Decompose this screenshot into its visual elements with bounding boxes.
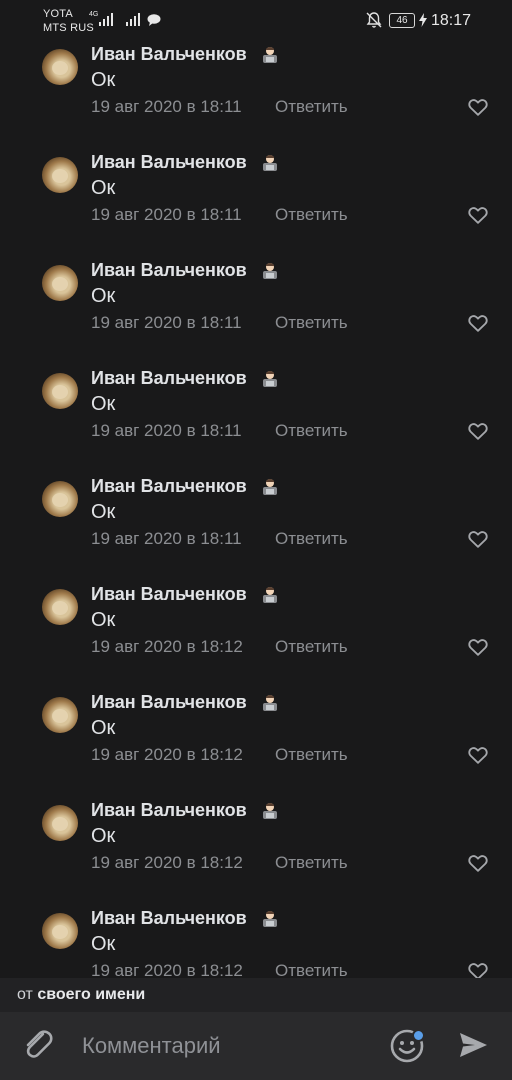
comment-text: Ок [91,609,116,631]
comment-date: 19 авг 2020 в 18:12 [91,961,243,978]
comment-composer [0,1012,512,1080]
reply-button[interactable]: Ответить [275,637,348,657]
comment-text: Ок [91,933,116,955]
comment-date: 19 авг 2020 в 18:11 [91,313,242,332]
reply-button[interactable]: Ответить [275,961,348,978]
avatar[interactable] [42,805,78,841]
carrier-bottom: MTS RUS [43,22,94,34]
comment-date: 19 авг 2020 в 18:12 [91,853,243,872]
comment-item: Иван Вальченков Ок 19 авг 2020 в 18:12 О… [0,582,512,690]
avatar[interactable] [42,49,78,85]
comment-text: Ок [91,501,116,523]
carrier-names: YOTA MTS RUS [43,7,94,35]
comment-item: Иван Вальченков Ок 19 авг 2020 в 18:12 О… [0,906,512,978]
reply-button[interactable]: Ответить [275,529,348,549]
comment-text: Ок [91,825,116,847]
comment-text: Ок [91,393,116,415]
comment-date: 19 авг 2020 в 18:12 [91,637,243,656]
avatar[interactable] [42,589,78,625]
heart-outline-icon[interactable] [467,204,489,226]
heart-outline-icon[interactable] [467,960,489,978]
comment-text: Ок [91,177,116,199]
carrier-top: YOTA [43,8,73,20]
comment-item: Иван Вальченков Ок 19 авг 2020 в 18:11 О… [0,42,512,150]
comment-input[interactable] [80,1028,374,1064]
reply-button[interactable]: Ответить [275,313,348,333]
reply-button[interactable]: Ответить [275,421,348,441]
battery-indicator: 46 [389,13,415,28]
signal-icon [99,13,113,26]
post-as-prefix: от [17,986,33,1003]
comment-date: 19 авг 2020 в 18:11 [91,205,242,224]
technologist-emoji-icon [263,371,277,387]
comment-item: Иван Вальченков Ок 19 авг 2020 в 18:11 О… [0,474,512,582]
comment-author[interactable]: Иван Вальченков [91,800,247,821]
reply-button[interactable]: Ответить [275,205,348,225]
comment-author[interactable]: Иван Вальченков [91,260,247,281]
comment-item: Иван Вальченков Ок 19 авг 2020 в 18:11 О… [0,258,512,366]
charging-icon [419,13,427,27]
technologist-emoji-icon [263,47,277,63]
message-icon [147,14,161,26]
send-arrow-icon[interactable] [457,1029,489,1061]
technologist-emoji-icon [263,155,277,171]
post-as-selector[interactable]: от своего имени [0,978,512,1012]
technologist-emoji-icon [263,911,277,927]
avatar[interactable] [42,913,78,949]
paperclip-icon[interactable] [22,1027,58,1063]
comment-text: Ок [91,717,116,739]
heart-outline-icon[interactable] [467,420,489,442]
comment-text: Ок [91,285,116,307]
comment-item: Иван Вальченков Ок 19 авг 2020 в 18:12 О… [0,690,512,798]
network-type: 4G [89,11,99,18]
comment-author[interactable]: Иван Вальченков [91,476,247,497]
technologist-emoji-icon [263,263,277,279]
comment-item: Иван Вальченков Ок 19 авг 2020 в 18:11 О… [0,366,512,474]
signal-icon-2 [126,13,140,26]
comment-date: 19 авг 2020 в 18:11 [91,421,242,440]
heart-outline-icon[interactable] [467,636,489,658]
status-bar: YOTA MTS RUS 4G 46 18:17 [0,0,512,40]
comment-author[interactable]: Иван Вальченков [91,908,247,929]
clock: 18:17 [431,12,472,29]
technologist-emoji-icon [263,695,277,711]
comment-author[interactable]: Иван Вальченков [91,152,247,173]
comment-date: 19 авг 2020 в 18:12 [91,745,243,764]
heart-outline-icon[interactable] [467,312,489,334]
comment-item: Иван Вальченков Ок 19 авг 2020 в 18:11 О… [0,150,512,258]
comment-author[interactable]: Иван Вальченков [91,44,247,65]
bell-off-icon [366,12,382,28]
heart-outline-icon[interactable] [467,852,489,874]
post-as-label[interactable]: от своего имени [17,986,145,1004]
heart-outline-icon[interactable] [467,744,489,766]
avatar[interactable] [42,265,78,301]
technologist-emoji-icon [263,479,277,495]
comment-item: Иван Вальченков Ок 19 авг 2020 в 18:12 О… [0,798,512,906]
technologist-emoji-icon [263,587,277,603]
comment-author[interactable]: Иван Вальченков [91,584,247,605]
technologist-emoji-icon [263,803,277,819]
comment-date: 19 авг 2020 в 18:11 [91,97,242,116]
comment-author[interactable]: Иван Вальченков [91,368,247,389]
notification-dot [412,1029,425,1042]
avatar[interactable] [42,373,78,409]
heart-outline-icon[interactable] [467,96,489,118]
post-as-name: своего имени [37,986,146,1003]
avatar[interactable] [42,157,78,193]
comment-date: 19 авг 2020 в 18:11 [91,529,242,548]
avatar[interactable] [42,481,78,517]
heart-outline-icon[interactable] [467,528,489,550]
avatar[interactable] [42,697,78,733]
reply-button[interactable]: Ответить [275,745,348,765]
comment-text: Ок [91,69,116,91]
reply-button[interactable]: Ответить [275,853,348,873]
comment-author[interactable]: Иван Вальченков [91,692,247,713]
reply-button[interactable]: Ответить [275,97,348,117]
